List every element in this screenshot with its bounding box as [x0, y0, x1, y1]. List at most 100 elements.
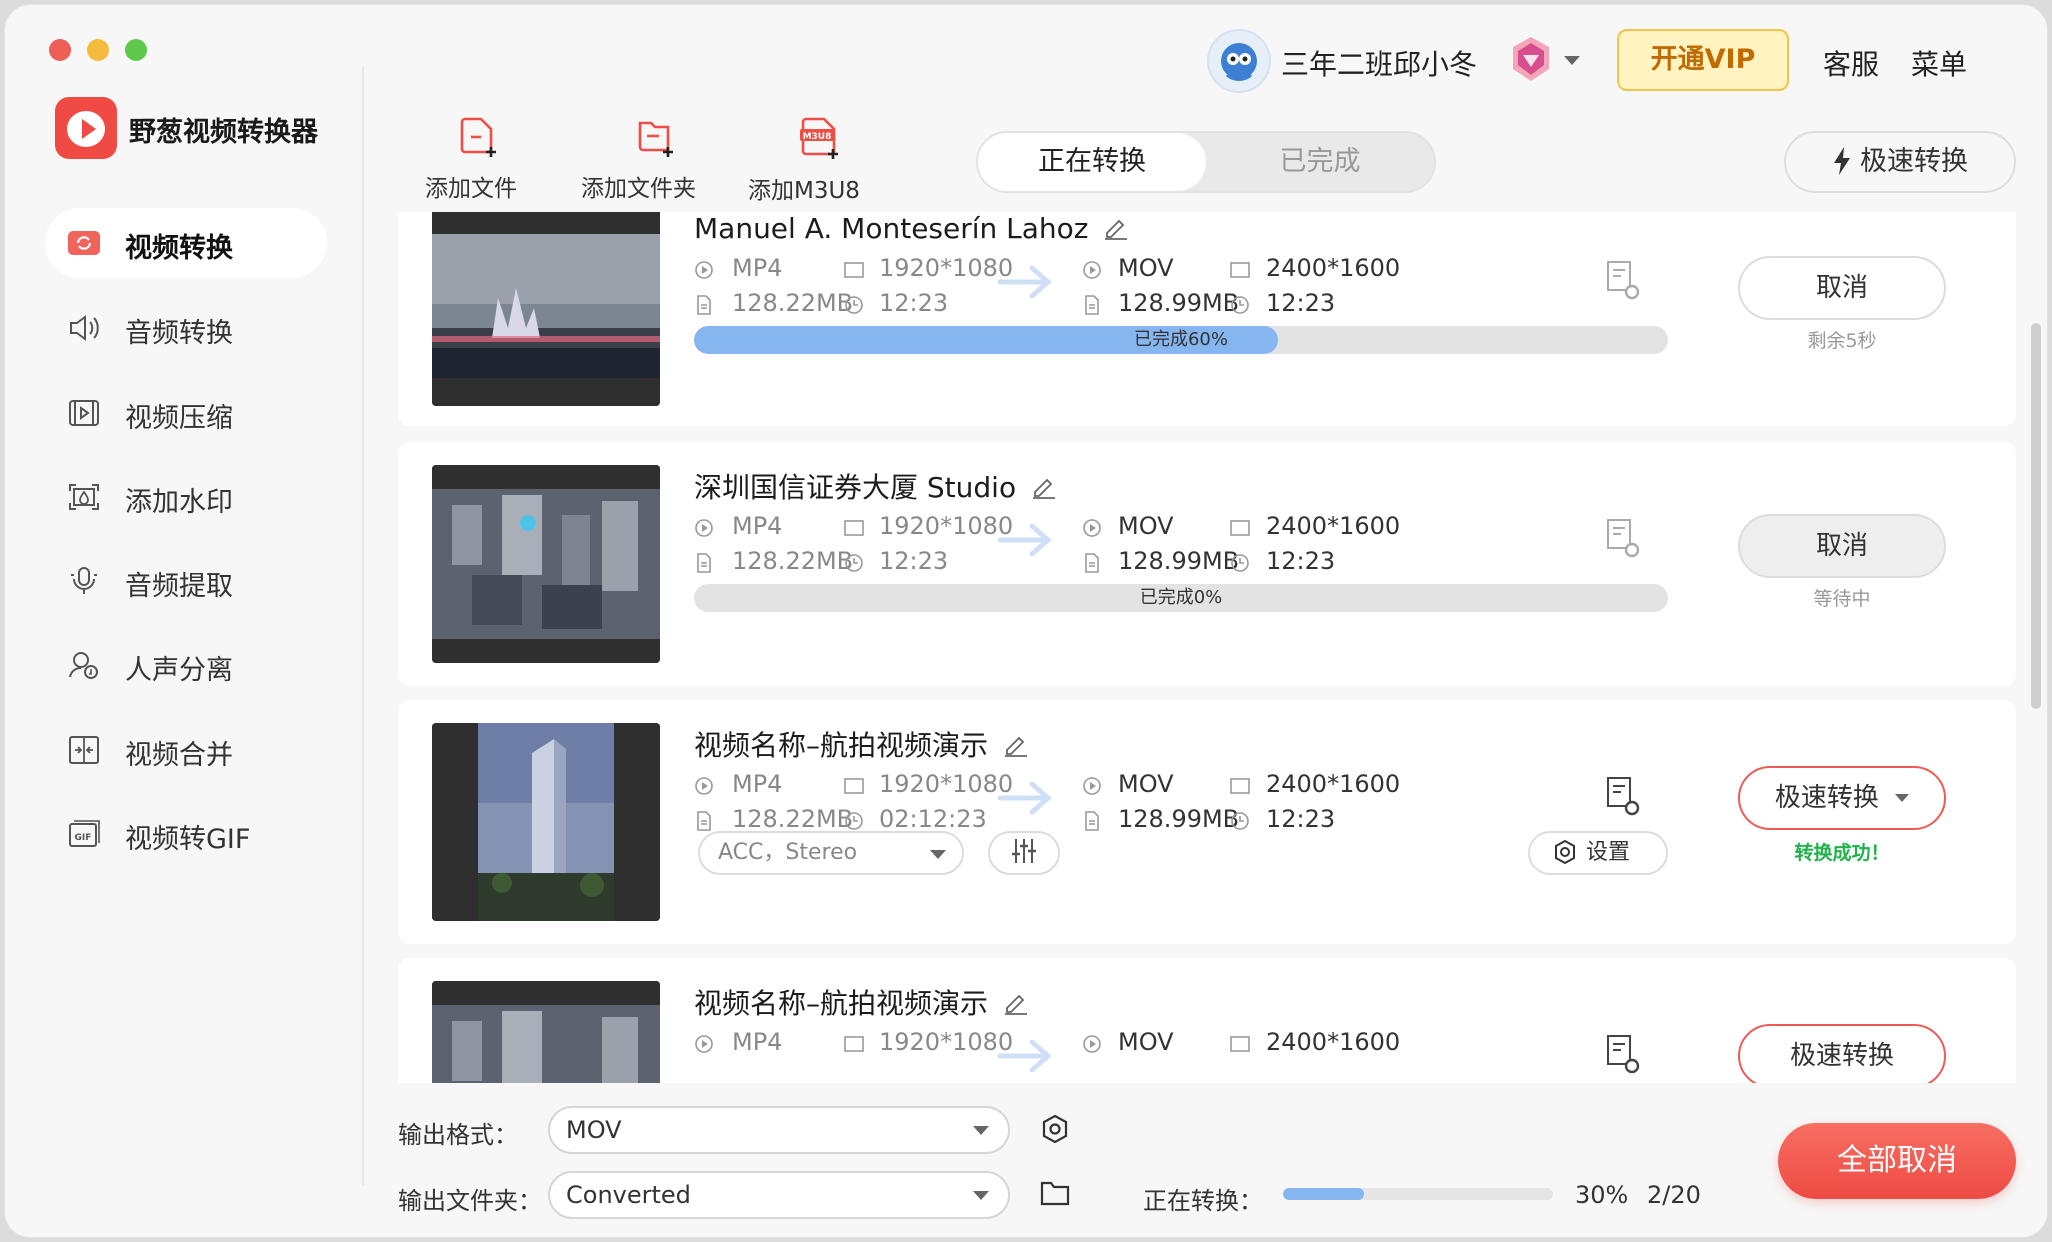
target-resolution: 2400*1600 [1266, 1028, 1401, 1056]
tab-done[interactable]: 已完成 [1206, 133, 1434, 191]
progress-bar: 已完成0% [694, 584, 1668, 612]
video-format-icon [1083, 261, 1101, 279]
menu-button[interactable]: 菜单 [1911, 43, 1967, 83]
task-title: 视频名称–航拍视频演示 [694, 982, 1029, 1022]
folder-icon[interactable] [1039, 1178, 1071, 1208]
target-format: MOV [1118, 254, 1174, 282]
add-file-button[interactable]: 添加文件 [425, 117, 517, 203]
output-settings-icon[interactable] [1604, 518, 1644, 562]
format-settings-icon[interactable] [1039, 1113, 1071, 1145]
add-m3u8-button[interactable]: M3U8 添加M3U8 [748, 117, 860, 205]
audio-equalizer-button[interactable] [988, 831, 1060, 875]
overall-percent: 30% [1575, 1181, 1629, 1209]
video-thumbnail[interactable] [432, 212, 660, 406]
cancel-button[interactable]: 取消 [1738, 256, 1946, 320]
output-settings-icon[interactable] [1604, 776, 1644, 820]
file-size-icon [1085, 811, 1099, 831]
add-m3u8-icon: M3U8 [800, 117, 839, 159]
target-resolution: 2400*1600 [1266, 770, 1401, 798]
source-duration: 02:12:23 [879, 805, 987, 833]
video-format-icon [1083, 1035, 1101, 1053]
source-duration: 12:23 [879, 547, 949, 575]
audio-track-select[interactable]: ACC，Stereo [698, 831, 964, 875]
task-card: 深圳国信证券大厦 Studio MP4 1920*1080 128.22MB 1… [398, 442, 2016, 686]
output-format-label: 输出格式： [398, 1121, 518, 1149]
file-size-icon [697, 553, 711, 573]
target-resolution: 2400*1600 [1266, 512, 1401, 540]
overall-progress-bar [1283, 1188, 1553, 1200]
source-resolution: 1920*1080 [879, 512, 1014, 540]
tab-converting[interactable]: 正在转换 [978, 133, 1206, 191]
cancel-all-button[interactable]: 全部取消 [1778, 1123, 2016, 1199]
resolution-icon [844, 520, 864, 536]
maximize-window-button[interactable] [125, 39, 147, 61]
video-thumbnail[interactable] [432, 981, 660, 1083]
app-window: 野葱视频转换器 视频转换 音频转换 视频压缩 添加水印 音频提取 人声分离 视频… [4, 4, 2048, 1238]
chevron-down-icon [973, 1191, 989, 1200]
source-format: MP4 [732, 1028, 783, 1056]
file-size-icon [697, 811, 711, 831]
status-tabs: 正在转换 已完成 [976, 131, 1436, 193]
clock-icon [1231, 812, 1249, 830]
app-logo-icon [55, 97, 117, 159]
add-file-icon [460, 117, 496, 157]
fast-convert-button[interactable]: 极速转换 [1738, 1024, 1946, 1083]
source-size: 128.22MB [732, 805, 854, 833]
edit-name-icon[interactable] [1103, 215, 1129, 241]
cancel-button[interactable]: 取消 [1738, 514, 1946, 578]
add-folder-label: 添加文件夹 [581, 176, 696, 202]
output-format-select[interactable]: MOV [548, 1106, 1010, 1154]
edit-name-icon[interactable] [1003, 732, 1029, 758]
close-window-button[interactable] [49, 39, 71, 61]
task-card: 视频名称–航拍视频演示 MP4 1920*1080 128.22MB 02:12… [398, 700, 2016, 944]
clock-icon [845, 812, 863, 830]
video-thumbnail[interactable] [432, 723, 660, 921]
avatar-cartoon-icon [1221, 43, 1257, 81]
output-folder-select[interactable]: Converted [548, 1171, 1010, 1219]
source-resolution: 1920*1080 [879, 1028, 1014, 1056]
user-avatar[interactable] [1207, 29, 1271, 93]
progress-text: 已完成0% [1139, 587, 1223, 608]
overall-progress-fill [1283, 1188, 1364, 1200]
equalizer-icon [1012, 839, 1036, 863]
task-title: 视频名称–航拍视频演示 [694, 724, 1029, 764]
add-folder-icon [638, 121, 673, 157]
video-format-icon [1083, 519, 1101, 537]
chevron-down-icon [930, 850, 946, 859]
edit-name-icon[interactable] [1031, 474, 1057, 500]
convert-arrow-icon [997, 1039, 1052, 1073]
source-duration: 12:23 [879, 289, 949, 317]
chevron-down-icon [1895, 794, 1910, 802]
edit-name-icon[interactable] [1003, 990, 1029, 1016]
fast-convert-label: 极速转换 [1860, 146, 1968, 177]
task-title: 深圳国信证券大厦 Studio [694, 466, 1057, 506]
video-thumbnail[interactable] [432, 465, 660, 663]
gear-icon [1555, 839, 1575, 865]
video-format-icon [695, 519, 713, 537]
add-folder-button[interactable]: 添加文件夹 [581, 117, 696, 203]
open-vip-button[interactable]: 开通VIP [1617, 29, 1789, 91]
target-format: MOV [1118, 770, 1174, 798]
file-size-icon [1085, 553, 1099, 573]
resolution-icon [844, 1036, 864, 1052]
progress-text: 已完成60% [1133, 329, 1228, 350]
fast-convert-all-button[interactable]: 极速转换 [1784, 131, 2016, 193]
target-size: 128.99MB [1118, 289, 1240, 317]
minimize-window-button[interactable] [87, 39, 109, 61]
fast-convert-button[interactable]: 极速转换 [1738, 766, 1946, 830]
settings-button[interactable]: 设置 [1528, 831, 1668, 875]
resolution-icon [1230, 1036, 1250, 1052]
scrollbar[interactable] [2031, 323, 2041, 709]
output-settings-icon[interactable] [1604, 1034, 1644, 1078]
resolution-icon [1230, 520, 1250, 536]
customer-service-button[interactable]: 客服 [1823, 43, 1879, 83]
user-name[interactable]: 三年二班邱小冬 [1281, 43, 1477, 83]
status-text: 等待中 [1813, 588, 1871, 610]
chevron-down-icon[interactable] [1564, 56, 1580, 65]
resolution-icon [844, 262, 864, 278]
diamond-level-icon[interactable] [1505, 33, 1557, 85]
task-title: Manuel A. Monteserín Lahoz [694, 212, 1129, 245]
target-duration: 12:23 [1266, 805, 1336, 833]
video-format-icon [695, 261, 713, 279]
output-settings-icon[interactable] [1604, 260, 1644, 304]
